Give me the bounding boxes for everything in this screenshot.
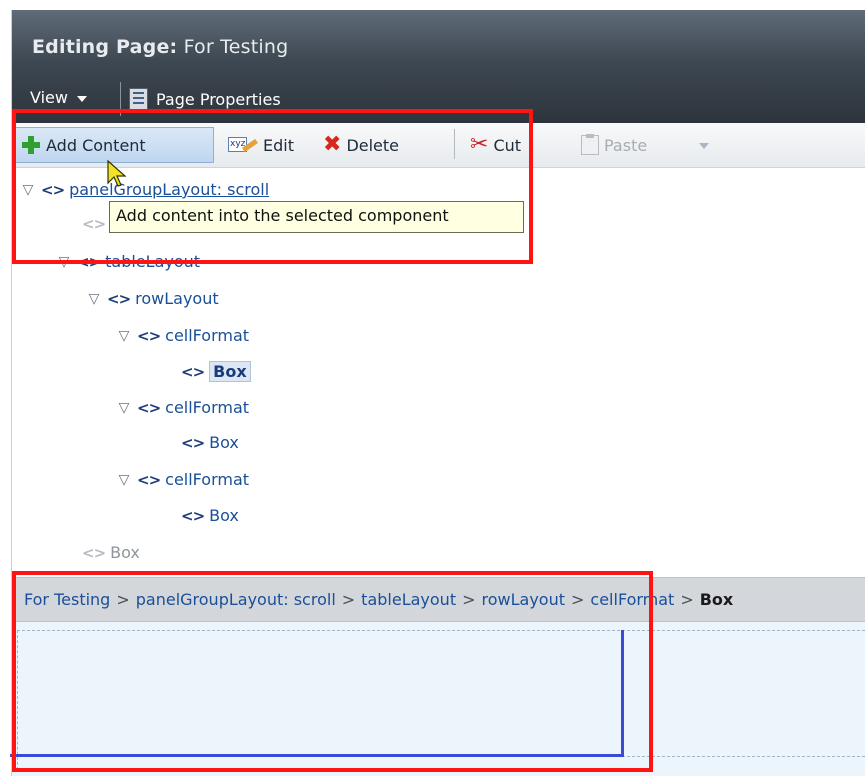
page-title-name: For Testing: [183, 36, 289, 58]
tree-node-label: Box: [209, 506, 239, 525]
tree-node-label: Box: [110, 543, 140, 562]
breadcrumb: For Testing > panelGroupLayout: scroll >…: [12, 577, 865, 622]
cut-button[interactable]: ✂ Cut: [464, 127, 527, 163]
tree-node-cellformat-3[interactable]: ▽ <> cellFormat: [116, 470, 249, 489]
code-brackets-icon: <>: [181, 362, 205, 381]
page-title: Editing Page: For Testing: [32, 36, 288, 58]
code-brackets-disabled-icon: <>: [82, 543, 106, 562]
expand-toggle-icon[interactable]: ▽: [116, 472, 132, 488]
breadcrumb-separator: >: [341, 590, 356, 609]
code-brackets-icon: <>: [137, 326, 161, 345]
tree-node-panelgrouplayout[interactable]: ▽ <> panelGroupLayout: scroll: [20, 180, 270, 199]
view-menu[interactable]: View: [30, 88, 87, 107]
content-toolbar: Add Content Edit ✖ Delete ✂ Cut Paste: [12, 123, 865, 168]
page-properties-button[interactable]: Page Properties: [129, 88, 281, 110]
scissors-icon: ✂: [470, 132, 489, 157]
toolbar-separator: [454, 129, 455, 159]
tree-node-label: rowLayout: [135, 289, 219, 308]
paste-button[interactable]: Paste: [575, 127, 653, 163]
plus-icon: [21, 135, 41, 155]
clipboard-icon: [581, 134, 599, 155]
tree-node-label: panelGroupLayout: scroll: [69, 180, 270, 199]
page-properties-label: Page Properties: [156, 89, 281, 109]
edit-button[interactable]: Edit: [222, 127, 300, 163]
breadcrumb-item[interactable]: For Testing: [24, 590, 110, 609]
cut-label: Cut: [493, 135, 522, 155]
code-brackets-icon: <>: [181, 433, 205, 452]
add-content-button[interactable]: Add Content: [14, 127, 214, 163]
mouse-pointer-icon: [107, 159, 127, 187]
document-icon: [129, 88, 148, 110]
tree-node-box-2[interactable]: <> Box: [181, 433, 239, 452]
page-preview-canvas[interactable]: [10, 622, 865, 776]
delete-button[interactable]: ✖ Delete: [317, 127, 405, 163]
breadcrumb-item[interactable]: cellFormat: [590, 590, 674, 609]
code-brackets-icon: <>: [137, 470, 161, 489]
tree-node-label: tableLayout: [105, 252, 201, 271]
window-top-margin: [0, 0, 865, 10]
tree-node-box-3[interactable]: <> Box: [181, 506, 239, 525]
tree-node-cellformat-1[interactable]: ▽ <> cellFormat: [116, 326, 249, 345]
breadcrumb-item[interactable]: tableLayout: [361, 590, 456, 609]
tree-node-label: Box: [209, 433, 239, 452]
expand-toggle-icon[interactable]: ▽: [86, 291, 102, 307]
chevron-down-icon: [76, 95, 87, 102]
tree-node-label: cellFormat: [165, 398, 250, 417]
tree-node-box-selected[interactable]: <> Box: [181, 361, 251, 382]
add-content-label: Add Content: [46, 135, 146, 155]
header-menu-bar: View Page Properties: [12, 80, 865, 120]
code-brackets-icon: <>: [41, 180, 65, 199]
expand-toggle-icon[interactable]: ▽: [56, 254, 72, 270]
editor-header: Editing Page: For Testing View Page Prop…: [12, 10, 865, 123]
code-brackets-icon: <>: [137, 398, 161, 417]
expand-toggle-icon[interactable]: ▽: [116, 328, 132, 344]
tree-node-cellformat-2[interactable]: ▽ <> cellFormat: [116, 398, 249, 417]
breadcrumb-item[interactable]: rowLayout: [482, 590, 566, 609]
tree-node-box-disabled[interactable]: <> Box: [82, 543, 140, 562]
x-delete-icon: ✖: [323, 132, 342, 157]
tree-node-label: cellFormat: [165, 326, 250, 345]
code-brackets-icon: <>: [181, 506, 205, 525]
edit-xyz-icon: [228, 135, 258, 155]
toolbar-overflow-chevron-icon[interactable]: [699, 143, 709, 149]
tree-node-label: cellFormat: [165, 470, 250, 489]
paste-label: Paste: [604, 135, 648, 155]
code-brackets-icon: <>: [77, 252, 101, 271]
view-menu-label: View: [30, 88, 68, 107]
breadcrumb-current: Box: [699, 590, 734, 609]
delete-label: Delete: [346, 135, 400, 155]
breadcrumb-separator: >: [680, 590, 694, 609]
tree-node-tablelayout[interactable]: ▽ <> tableLayout: [56, 252, 200, 271]
tree-node-rowlayout[interactable]: ▽ <> rowLayout: [86, 289, 219, 308]
breadcrumb-separator: >: [571, 590, 585, 609]
code-brackets-icon: <>: [107, 289, 131, 308]
breadcrumb-separator: >: [116, 590, 130, 609]
tree-node-label-selected: Box: [209, 361, 251, 382]
page-title-prefix: Editing Page:: [32, 36, 178, 58]
breadcrumb-separator: >: [462, 590, 476, 609]
add-content-tooltip: Add content into the selected component: [109, 201, 524, 233]
breadcrumb-item[interactable]: panelGroupLayout: scroll: [136, 590, 336, 609]
selected-box-outline[interactable]: [10, 630, 624, 757]
menu-separator: [120, 82, 121, 116]
expand-toggle-icon[interactable]: ▽: [20, 182, 36, 198]
code-brackets-disabled-icon: <>: [82, 215, 106, 233]
tree-node-hidden-row: <>: [82, 215, 106, 233]
expand-toggle-icon[interactable]: ▽: [116, 400, 132, 416]
edit-label: Edit: [263, 135, 294, 155]
